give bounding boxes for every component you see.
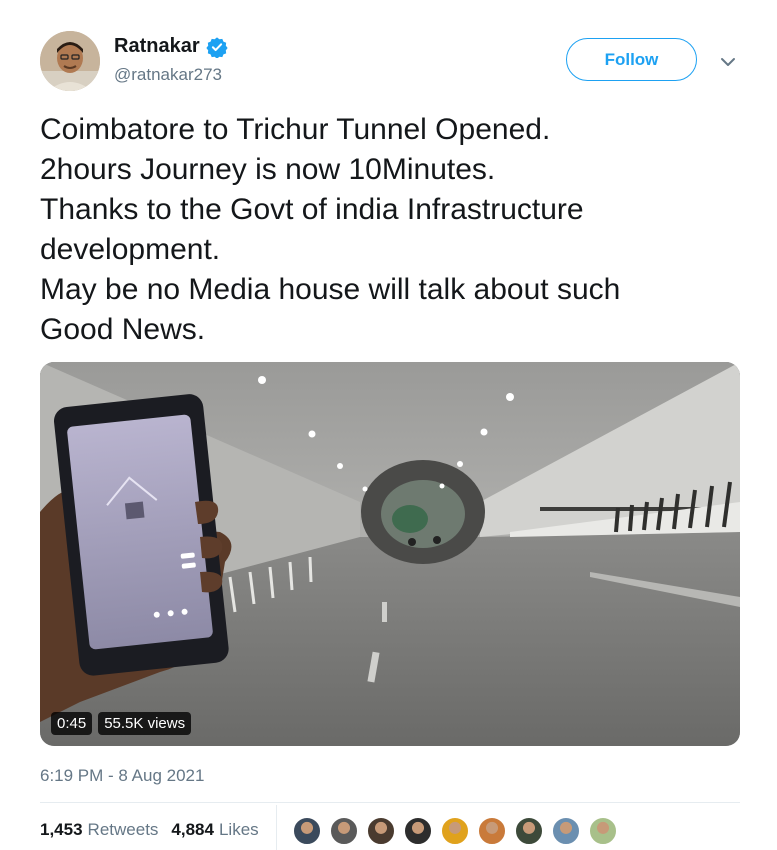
tweet-line: 2hours Journey is now 10Minutes. (40, 153, 496, 186)
avatar-image (40, 31, 100, 91)
chevron-down-icon[interactable] (718, 52, 738, 72)
video-badges: 0:45 55.5K views (51, 712, 192, 735)
tweet-line: development. (40, 233, 221, 266)
tweet-timestamp[interactable]: 6:19 PM - 8 Aug 2021 (40, 766, 204, 786)
video-thumbnail (40, 362, 740, 746)
retweets-stat[interactable]: 1,453 Retweets (40, 820, 158, 840)
tweet-line: Coimbatore to Trichur Tunnel Opened. (40, 113, 551, 146)
video-views: 55.5K views (98, 712, 192, 735)
tweet-stats: 1,453 Retweets 4,884 Likes (40, 820, 259, 840)
tweet-line: May be no Media house will talk about su… (40, 273, 621, 306)
liker-avatar[interactable] (514, 816, 544, 846)
liker-avatar[interactable] (588, 816, 618, 846)
video-duration: 0:45 (51, 712, 93, 735)
likes-label: Likes (218, 820, 259, 839)
author-avatar[interactable] (40, 31, 100, 91)
stats-divider (276, 805, 277, 850)
retweets-count: 1,453 (40, 820, 83, 839)
liker-avatar[interactable] (292, 816, 322, 846)
tweet-text: Coimbatore to Trichur Tunnel Opened. 2ho… (40, 110, 750, 350)
likes-stat[interactable]: 4,884 Likes (171, 820, 258, 840)
liker-avatars (292, 816, 625, 846)
author-handle[interactable]: @ratnakar273 (114, 65, 222, 85)
liker-avatar[interactable] (403, 816, 433, 846)
liker-avatar[interactable] (440, 816, 470, 846)
video-player[interactable]: 0:45 55.5K views (40, 362, 740, 746)
liker-avatar[interactable] (477, 816, 507, 846)
divider (40, 802, 740, 803)
liker-avatar[interactable] (329, 816, 359, 846)
tweet-line: Good News. (40, 313, 206, 346)
author-display-name[interactable]: Ratnakar (114, 35, 200, 58)
follow-button[interactable]: Follow (566, 38, 697, 81)
likes-count: 4,884 (171, 820, 214, 839)
tweet-line: Thanks to the Govt of india Infrastructu… (40, 193, 584, 226)
liker-avatar[interactable] (551, 816, 581, 846)
liker-avatar[interactable] (366, 816, 396, 846)
retweets-label: Retweets (87, 820, 159, 839)
verified-badge-icon (205, 36, 228, 58)
author-name-row: Ratnakar (114, 35, 228, 58)
